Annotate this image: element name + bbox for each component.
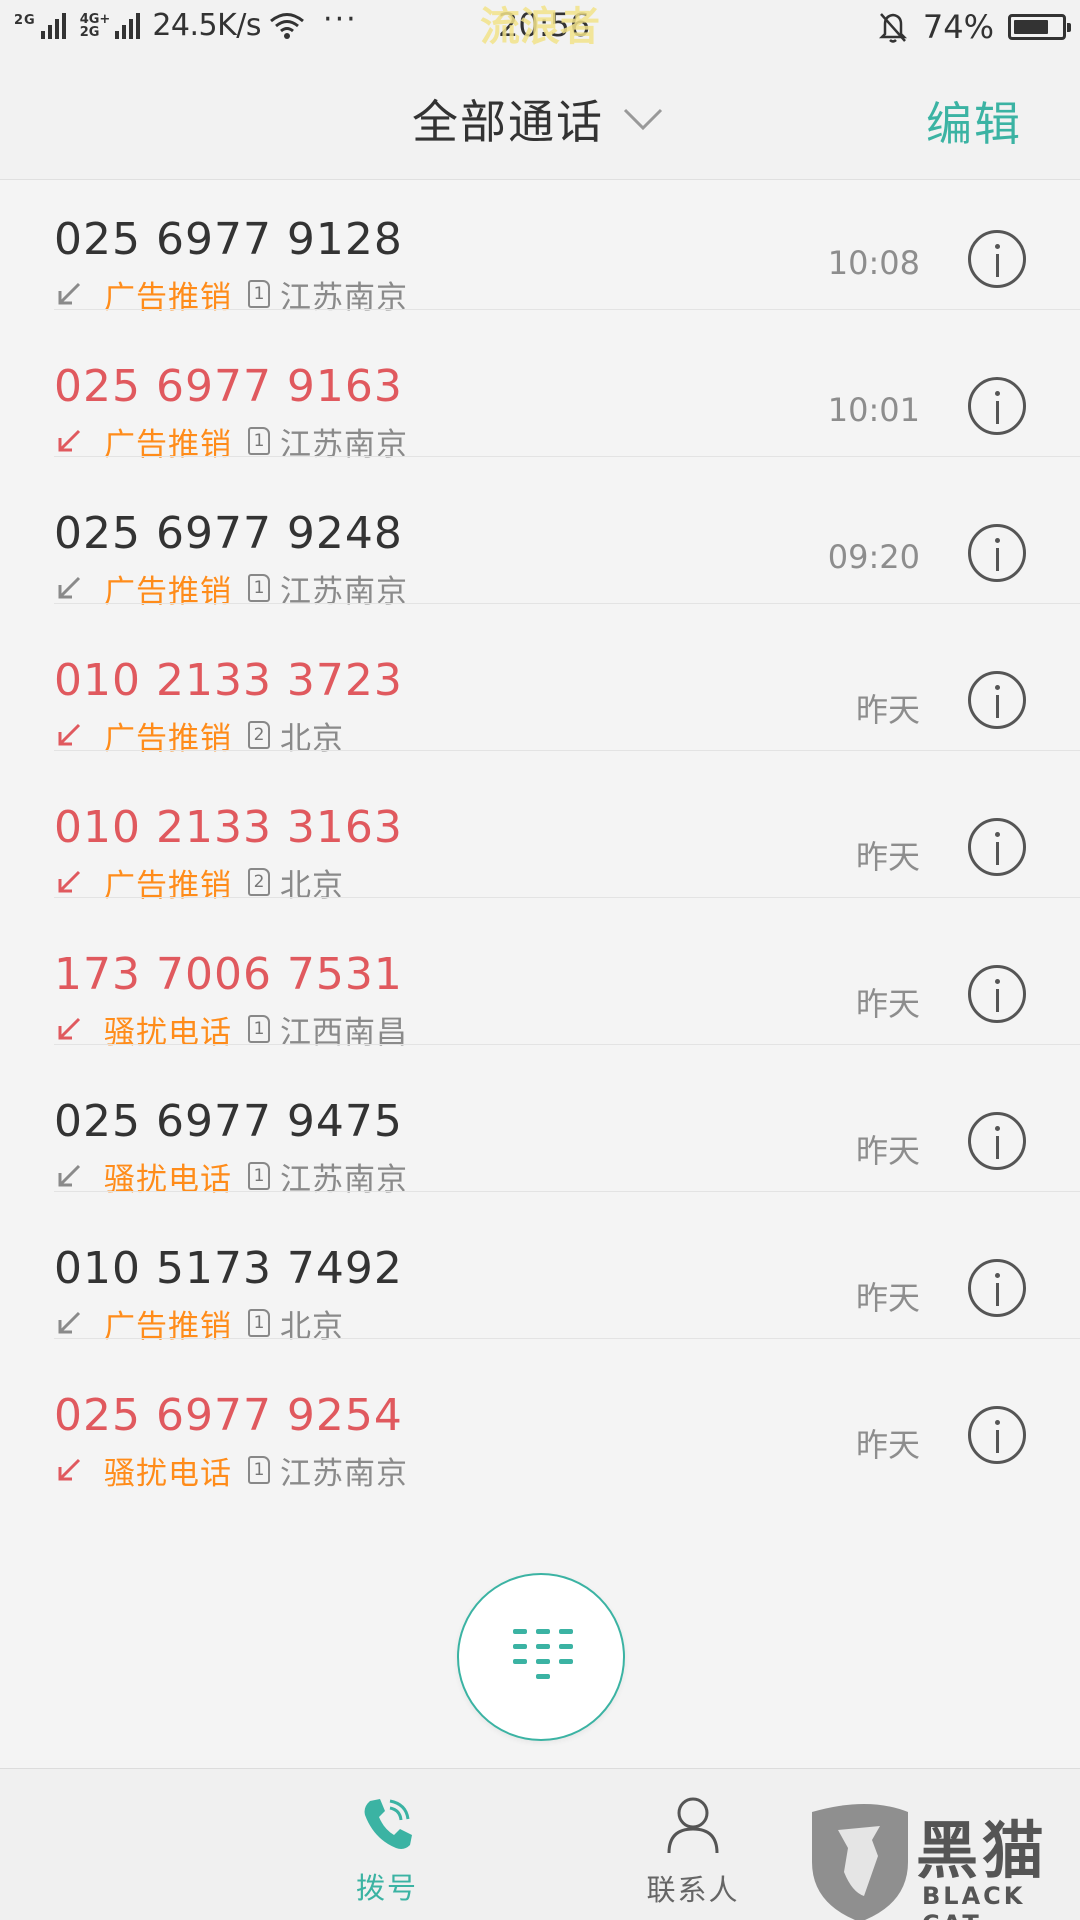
- brand-subtitle: BLACK CAT: [922, 1882, 1026, 1920]
- tab-contacts-label: 联系人: [646, 1873, 740, 1907]
- info-icon[interactable]: [968, 671, 1026, 729]
- row-divider: [54, 603, 1080, 604]
- incoming-call-arrow-icon: [58, 1458, 81, 1481]
- call-log-screen: 2G 4G+ 2G 24.5K/s ··· 20:56 流浪者 74% 全部通话…: [0, 0, 1080, 1920]
- row-divider: [54, 1338, 1080, 1339]
- call-number: 010 2133 3163: [54, 802, 403, 853]
- incoming-call-arrow-icon: [58, 1017, 81, 1040]
- sim-card-icon: 1: [248, 574, 270, 602]
- sim-card-icon: 1: [248, 1162, 270, 1190]
- more-indicator: ···: [323, 2, 358, 37]
- call-time: 昨天: [855, 1279, 920, 1317]
- info-icon[interactable]: [968, 1259, 1026, 1317]
- sim-card-icon: 1: [248, 1015, 270, 1043]
- incoming-call-arrow-icon: [58, 870, 81, 893]
- app-header: 全部通话 编辑: [0, 56, 1080, 180]
- call-details: 骚扰电话 1 江苏南京: [56, 1156, 408, 1198]
- signal-icon-2: 4G+ 2G: [79, 11, 141, 40]
- sim-card-icon: 1: [248, 1456, 270, 1484]
- call-details: 骚扰电话 1 江西南昌: [56, 1009, 408, 1051]
- sim-card-icon: 2: [248, 868, 270, 896]
- row-divider: [54, 456, 1080, 457]
- call-location: 江苏南京: [280, 1455, 408, 1492]
- page-title: 全部通话: [412, 95, 604, 149]
- call-number: 025 6977 9248: [54, 508, 403, 559]
- edit-button[interactable]: 编辑: [926, 88, 1022, 154]
- call-time: 10:01: [827, 391, 920, 429]
- call-details: 广告推销 1 江苏南京: [56, 568, 408, 610]
- network-speed: 24.5K/s: [152, 8, 262, 43]
- row-divider: [54, 1044, 1080, 1045]
- wifi-icon: [270, 12, 304, 39]
- call-tag: 骚扰电话: [104, 1455, 232, 1492]
- info-icon[interactable]: [968, 818, 1026, 876]
- sim-card-icon: 1: [248, 280, 270, 308]
- call-details: 广告推销 2 北京: [56, 715, 344, 757]
- call-details: 广告推销 1 北京: [56, 1303, 344, 1345]
- row-divider: [54, 1191, 1080, 1192]
- incoming-call-arrow-icon: [58, 282, 81, 305]
- tab-dial[interactable]: 拨号: [312, 1795, 462, 1907]
- status-bar: 2G 4G+ 2G 24.5K/s ··· 20:56 流浪者 74%: [0, 0, 1080, 56]
- call-time: 昨天: [855, 838, 920, 876]
- battery-icon: [1008, 14, 1071, 40]
- call-number: 025 6977 9475: [54, 1096, 403, 1147]
- tab-dial-label: 拨号: [355, 1871, 418, 1905]
- signal-icon: 2G: [14, 12, 66, 39]
- sim-card-icon: 1: [248, 427, 270, 455]
- call-number: 173 7006 7531: [54, 949, 403, 1000]
- info-icon[interactable]: [968, 377, 1026, 435]
- watermark-text: 流浪者: [480, 4, 600, 50]
- filter-dropdown[interactable]: 全部通话: [412, 86, 664, 152]
- call-row[interactable]: 025 6977 9254 骚扰电话 1 江苏南京 昨天: [0, 1338, 1080, 1518]
- call-details: 骚扰电话 1 江苏南京: [56, 1450, 408, 1492]
- row-divider: [54, 309, 1080, 310]
- info-icon[interactable]: [968, 230, 1026, 288]
- call-time: 昨天: [855, 985, 920, 1023]
- dialpad-button[interactable]: [457, 1573, 625, 1741]
- sim-card-icon: 2: [248, 721, 270, 749]
- call-details: 广告推销 1 江苏南京: [56, 274, 408, 316]
- row-divider: [54, 897, 1080, 898]
- call-log-list[interactable]: 025 6977 9128 广告推销 1 江苏南京 10:08 025 6977 9163…: [0, 180, 1080, 1768]
- phone-icon: [364, 1799, 412, 1849]
- person-icon: [667, 1797, 719, 1854]
- call-number: 025 6977 9163: [54, 361, 403, 412]
- incoming-call-arrow-icon: [58, 1311, 81, 1334]
- info-icon[interactable]: [968, 965, 1026, 1023]
- tab-contacts[interactable]: 联系人: [618, 1795, 768, 1909]
- incoming-call-arrow-icon: [58, 723, 81, 746]
- call-time: 09:20: [827, 538, 920, 576]
- call-time: 10:08: [827, 244, 920, 282]
- info-icon[interactable]: [968, 524, 1026, 582]
- chevron-down-icon: [623, 108, 663, 131]
- incoming-call-arrow-icon: [58, 1164, 81, 1187]
- network-type-1: 2G: [14, 12, 36, 28]
- call-details: 广告推销 1 江苏南京: [56, 421, 408, 463]
- call-time: 昨天: [855, 1132, 920, 1170]
- sim-card-icon: 1: [248, 1309, 270, 1337]
- call-time: 昨天: [855, 1426, 920, 1464]
- call-number: 025 6977 9128: [54, 214, 403, 265]
- call-number: 025 6977 9254: [54, 1390, 403, 1441]
- bell-muted-icon: [878, 13, 907, 43]
- call-details: 广告推销 2 北京: [56, 862, 344, 904]
- status-right: 74%: [877, 8, 1071, 46]
- battery-fill: [1014, 20, 1049, 34]
- incoming-call-arrow-icon: [58, 576, 81, 599]
- brand-title: 黑猫: [916, 1814, 1049, 1887]
- call-number: 010 5173 7492: [54, 1243, 403, 1294]
- status-left: 2G 4G+ 2G 24.5K/s ···: [14, 2, 358, 43]
- info-icon[interactable]: [968, 1406, 1026, 1464]
- row-divider: [54, 750, 1080, 751]
- network-type-3: 2G: [79, 24, 100, 40]
- battery-percent: 74%: [922, 8, 994, 46]
- info-icon[interactable]: [968, 1112, 1026, 1170]
- dialpad-icon: [513, 1629, 573, 1679]
- call-time: 昨天: [855, 691, 920, 729]
- call-number: 010 2133 3723: [54, 655, 403, 706]
- network-type-2: 4G+: [79, 11, 111, 27]
- incoming-call-arrow-icon: [58, 429, 81, 452]
